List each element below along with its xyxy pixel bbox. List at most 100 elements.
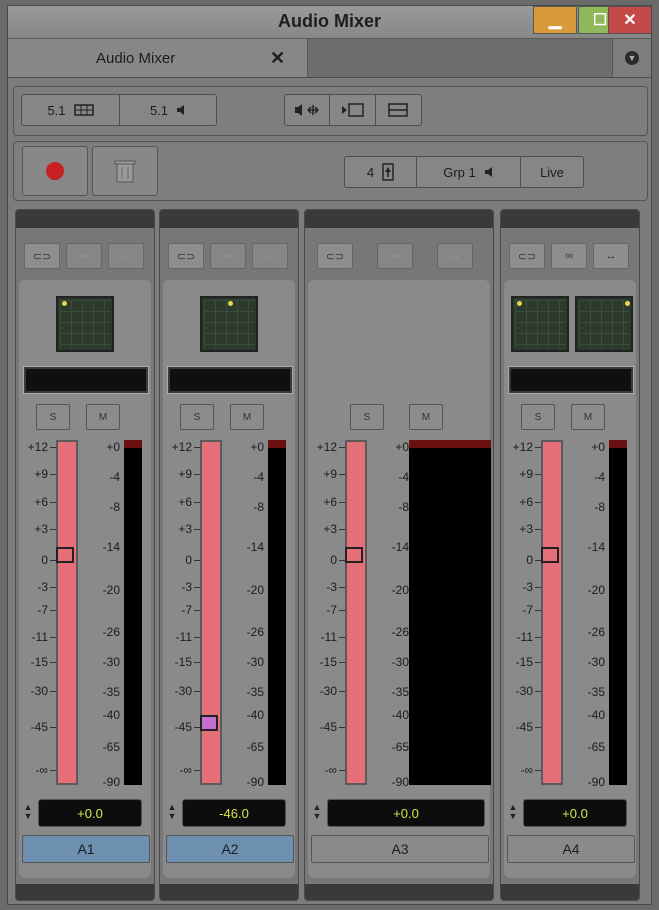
strip-link-button[interactable]: ⊂⊃: [168, 243, 204, 269]
channel-strip-a3: ⊂⊃ ∞ ↔ S M +12 +9 +6 +3 0 -3 -7 -11 -15 -30 -45 -∞ +0 -4 -8…: [304, 209, 494, 901]
fader-knob[interactable]: [345, 547, 363, 563]
pan-display-left[interactable]: [511, 296, 569, 352]
strip-link-button[interactable]: ⊂⊃: [317, 243, 353, 269]
mute-button[interactable]: M: [230, 404, 264, 430]
fader-knob[interactable]: [200, 714, 218, 731]
fader-knob[interactable]: [56, 547, 74, 563]
vu-tick: -90: [246, 775, 264, 789]
gain-scale: +12 +9 +6 +3 0 -3 -7 -11 -15 -30 -45 -∞: [501, 440, 542, 785]
speaker-icon: [484, 167, 492, 177]
strip-unlink-button[interactable]: ∞: [210, 243, 246, 269]
swap-icon: ↔: [449, 250, 461, 262]
volume-fader[interactable]: [345, 440, 367, 785]
solo-button[interactable]: S: [36, 404, 70, 430]
tab-audio-mixer[interactable]: Audio Mixer ✕: [8, 39, 308, 77]
gain-tick: -11: [31, 630, 57, 644]
gain-value[interactable]: -46.0: [182, 799, 286, 827]
split-view-button[interactable]: [376, 95, 421, 125]
gain-stepper-icon[interactable]: ▲ ▼: [22, 803, 34, 821]
gain-value[interactable]: +0.0: [523, 799, 627, 827]
pan-grid: [579, 300, 629, 348]
strip-header: [16, 210, 154, 228]
pan-mode-button[interactable]: [285, 95, 331, 125]
solo-button[interactable]: S: [350, 404, 384, 430]
channel-strip-a4: ⊂⊃ ∞ ↔ S M +12 +9 +6 +3 0 -3 -7 -11 -15 -30 -45 -∞ +0 -4 -8…: [500, 209, 640, 901]
title-bar: Audio Mixer ▁ ☐ ✕: [8, 6, 651, 39]
minimize-button[interactable]: ▁: [533, 6, 577, 34]
group-controls: 4 Grp 1 Live: [344, 156, 584, 188]
gain-value-row: ▲ ▼ +0.0: [507, 799, 635, 827]
gain-tick: -∞: [324, 763, 345, 777]
gain-stepper-icon[interactable]: ▲ ▼: [166, 803, 178, 821]
pan-display-right[interactable]: [575, 296, 633, 352]
strip-swap-button[interactable]: ↔: [252, 243, 288, 269]
gain-tick: +9: [323, 467, 345, 481]
gain-tick: -11: [516, 630, 542, 644]
mute-button[interactable]: M: [571, 404, 605, 430]
track-name-box[interactable]: [167, 366, 293, 394]
gain-tick: -30: [515, 684, 542, 698]
strip-unlink-button[interactable]: ∞: [66, 243, 102, 269]
vu-tick: -20: [391, 583, 409, 597]
pan-grid: [515, 300, 565, 348]
vu-tick: -30: [102, 655, 120, 669]
format-left-button[interactable]: 5.1: [22, 95, 120, 125]
vu-tick: -26: [246, 625, 264, 639]
track-button-a4[interactable]: A4: [507, 835, 635, 863]
swap-icon: ↔: [605, 250, 617, 262]
track-button-a3[interactable]: A3: [311, 835, 489, 863]
track-name-box[interactable]: [23, 366, 149, 394]
live-button[interactable]: Live: [521, 157, 583, 187]
strip-unlink-button[interactable]: ∞: [551, 243, 587, 269]
track-name-box[interactable]: [508, 366, 634, 394]
track-button-a2[interactable]: A2: [166, 835, 294, 863]
peak-indicator: [609, 440, 627, 448]
vu-tick: -20: [102, 583, 120, 597]
gain-value[interactable]: +0.0: [327, 799, 485, 827]
solo-button[interactable]: S: [521, 404, 555, 430]
gain-tick: -7: [522, 603, 541, 617]
vu-scale: +0 -4 -8 -14 -20 -26 -30 -35 -40 -65 -90: [86, 440, 122, 789]
gain-tick: -3: [326, 580, 345, 594]
strip-link-button[interactable]: ⊂⊃: [509, 243, 545, 269]
gain-value[interactable]: +0.0: [38, 799, 142, 827]
track-button-a1[interactable]: A1: [22, 835, 150, 863]
volume-fader[interactable]: [200, 440, 222, 785]
channel-strip-a2: ⊂⊃ ∞ ↔ S M +12 +9 +6 +3 0 -3 -7 -11 -15 -30 -45 -∞ +0 -4 -8…: [159, 209, 299, 901]
record-button[interactable]: [22, 146, 88, 196]
delete-button[interactable]: [92, 146, 158, 196]
bank-selector[interactable]: 4: [345, 157, 417, 187]
strip-unlink-button[interactable]: ∞: [377, 243, 413, 269]
pan-display[interactable]: [200, 296, 258, 352]
tab-close-icon[interactable]: ✕: [270, 48, 285, 69]
strip-swap-button[interactable]: ↔: [108, 243, 144, 269]
vu-tick: -40: [587, 708, 605, 722]
close-button[interactable]: ✕: [608, 6, 651, 34]
mute-button[interactable]: M: [409, 404, 443, 430]
group-button[interactable]: Grp 1: [417, 157, 521, 187]
output-mode-button[interactable]: [330, 95, 376, 125]
tab-menu-button[interactable]: ▼: [612, 39, 651, 77]
strip-link-button[interactable]: ⊂⊃: [24, 243, 60, 269]
volume-fader[interactable]: [56, 440, 78, 785]
pan-grid: [204, 300, 254, 348]
format-right-label: 5.1: [149, 102, 169, 118]
link-icon: ⊂⊃: [176, 250, 196, 263]
gain-tick: +12: [316, 440, 346, 454]
vu-tick: -26: [587, 625, 605, 639]
strip-swap-button[interactable]: ↔: [593, 243, 629, 269]
gain-scale: +12 +9 +6 +3 0 -3 -7 -11 -15 -30 -45 -∞: [16, 440, 57, 785]
pan-display[interactable]: [56, 296, 114, 352]
gain-stepper-icon[interactable]: ▲ ▼: [507, 803, 519, 821]
gain-stepper-icon[interactable]: ▲ ▼: [311, 803, 323, 821]
volume-fader[interactable]: [541, 440, 563, 785]
gain-value-row: ▲ ▼ +0.0: [22, 799, 150, 827]
mute-button[interactable]: M: [86, 404, 120, 430]
strip-swap-button[interactable]: ↔: [437, 243, 473, 269]
mute-label: M: [421, 411, 431, 423]
format-right-button[interactable]: 5.1: [120, 95, 216, 125]
solo-label: S: [49, 411, 57, 423]
solo-button[interactable]: S: [180, 404, 214, 430]
vu-scale: +0 -4 -8 -14 -20 -26 -30 -35 -40 -65 -90: [375, 440, 411, 789]
fader-knob[interactable]: [541, 547, 559, 563]
